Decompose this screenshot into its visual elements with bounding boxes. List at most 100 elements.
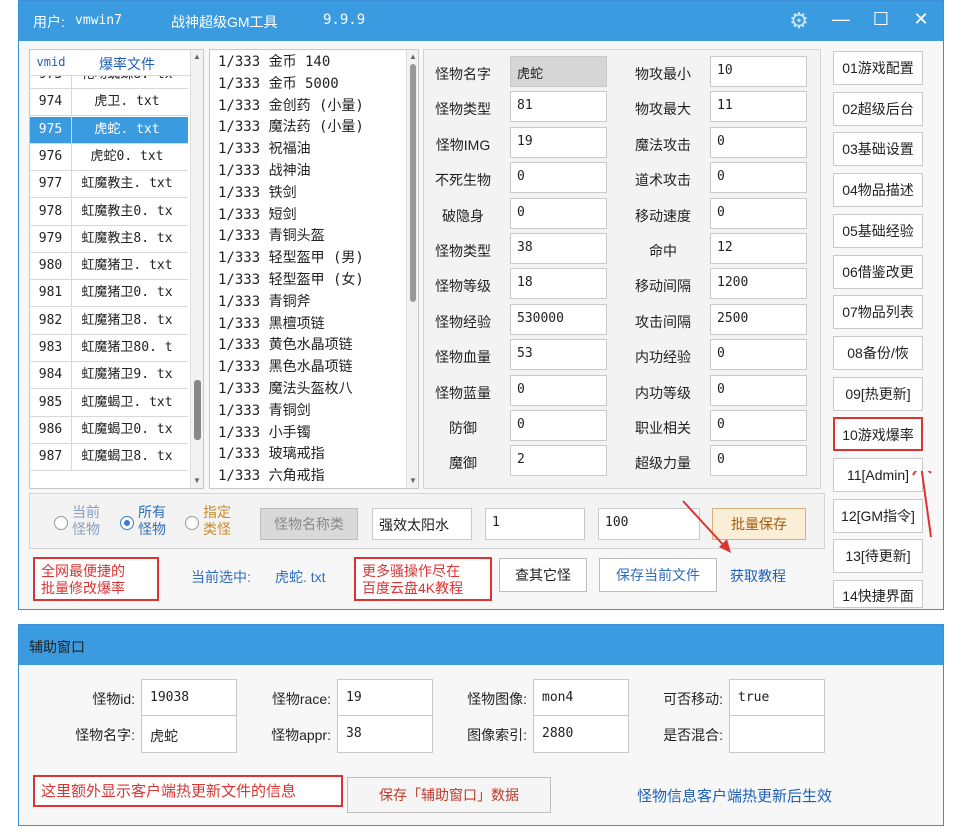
column-header-vmid[interactable]: vmid [30,55,72,69]
nav-button[interactable]: 02超级后台 [833,91,923,126]
nav-button[interactable]: 09[热更新] [833,376,923,411]
drop-item[interactable]: 1/333 青铜头盔 [218,226,325,248]
scroll-up-icon[interactable]: ▲ [409,52,417,61]
field-value[interactable]: 0 [510,162,607,194]
file-list-row[interactable]: 987 虹魔蝎卫8. tx [30,444,188,472]
field-value[interactable]: 0 [710,162,807,194]
file-list-scrollbar[interactable]: ▲ ▼ [190,50,203,488]
file-list-row[interactable]: 983 虹魔猪卫80. t [30,335,188,362]
nav-button[interactable]: 08备份/恢 [833,335,923,370]
field-value[interactable]: 530000 [510,303,607,335]
nav-button[interactable]: 12[GM指令] [833,498,923,533]
drop-item[interactable]: 1/333 祝福油 [218,139,311,161]
drop-item[interactable]: 1/333 金币 140 [218,52,330,74]
radio-specific-type[interactable] [185,516,199,530]
field-value[interactable]: 0 [510,410,607,441]
drop-item[interactable]: 1/333 青铜斧 [218,292,311,314]
field-value[interactable]: 11 [710,91,807,123]
drop-list-scrollbar[interactable]: ▲ ▼ [406,50,418,488]
file-list-row[interactable]: 979 虹魔教主8. tx [30,225,188,253]
radio-current-monster[interactable] [54,516,68,530]
file-list-row[interactable]: 986 虹魔蝎卫0. tx [30,416,188,444]
settings-gear-icon[interactable]: ⚙ [787,8,811,34]
drop-item[interactable]: 1/333 金创药 (小量) [218,96,364,118]
nav-button[interactable]: 10游戏爆率 [833,417,923,452]
minimize-icon[interactable]: — [829,9,853,30]
aux-field-value[interactable]: true [729,679,825,717]
drop-item[interactable]: 1/333 铁剑 [218,183,297,205]
radio-all-monsters[interactable] [120,516,134,530]
scroll-thumb[interactable] [194,380,201,440]
file-list-row[interactable]: 985 虹魔蝎卫. txt [30,389,188,417]
field-value[interactable]: 10 [710,56,807,87]
drop-item[interactable]: 1/333 轻型盔甲 (男) [218,248,364,270]
batch-save-button[interactable]: 批量保存 [712,508,806,540]
file-list-row[interactable]: 975 虎蛇. txt [30,116,188,144]
field-value[interactable]: 0 [710,197,807,229]
nav-button[interactable]: 11[Admin] [833,458,923,492]
field-value[interactable]: 18 [510,268,607,300]
nav-button[interactable]: 03基础设置 [833,132,923,167]
file-list-row[interactable]: 976 虎蛇0. txt [30,143,188,171]
drop-item[interactable]: 1/333 轻型盔甲 (女) [218,270,364,292]
rate-denominator-input[interactable]: 100 [598,508,700,540]
field-value[interactable]: 0 [710,126,807,158]
drop-item[interactable]: 1/333 短剑 [218,205,297,227]
field-value[interactable]: 0 [710,339,807,371]
field-value[interactable]: 12 [710,233,807,264]
drop-item[interactable]: 1/333 青铜剑 [218,401,311,423]
column-header-file[interactable]: 爆率文件 [72,54,182,74]
scroll-down-icon[interactable]: ▼ [409,476,417,485]
scroll-thumb[interactable] [410,64,416,302]
nav-button[interactable]: 13[待更新] [833,539,923,574]
field-value[interactable]: 0 [510,374,607,406]
field-value[interactable]: 0 [710,445,807,477]
nav-button[interactable]: 14快捷界面 [833,580,923,609]
field-value[interactable]: 1200 [710,268,807,300]
file-list-row[interactable]: 981 虹魔猪卫0. tx [30,280,188,308]
save-current-file-button[interactable]: 保存当前文件 [599,558,717,592]
drop-item[interactable]: 1/333 玻璃戒指 [218,444,325,466]
maximize-icon[interactable]: ☐ [869,9,893,30]
field-value[interactable]: 2 [510,445,607,477]
nav-button[interactable]: 06借鉴改更 [833,254,923,289]
item-name-input[interactable]: 强效太阳水 [372,508,472,540]
drop-item[interactable]: 1/333 金币 5000 [218,74,339,96]
file-list-row[interactable]: 977 虹魔教主. txt [30,171,188,199]
field-value[interactable]: 2500 [710,303,807,335]
drop-item[interactable]: 1/333 黄色水晶项链 [218,335,353,357]
field-value[interactable]: 0 [710,410,807,441]
field-value[interactable]: 19 [510,126,607,158]
drop-item[interactable]: 1/333 魔法药 (小量) [218,117,364,139]
field-value[interactable]: 0 [710,374,807,406]
scroll-up-icon[interactable]: ▲ [193,52,201,61]
scroll-down-icon[interactable]: ▼ [193,476,201,485]
aux-field-value[interactable] [729,715,825,753]
drop-item[interactable]: 1/333 黑檀项链 [218,314,325,336]
save-aux-data-button[interactable]: 保存「辅助窗口」数据 [347,777,551,813]
field-value[interactable]: 0 [510,197,607,229]
view-other-monsters-button[interactable]: 查其它怪 [499,558,587,592]
field-value[interactable]: 38 [510,233,607,264]
nav-button[interactable]: 01游戏配置 [833,51,923,85]
field-value[interactable]: 81 [510,91,607,123]
monster-name-type-button[interactable]: 怪物名称类 [260,508,358,540]
drop-item[interactable]: 1/333 六角戒指 [218,466,325,488]
close-icon[interactable]: ✕ [909,9,933,30]
file-list-row[interactable]: 980 虹魔猪卫. txt [30,253,188,281]
nav-button[interactable]: 05基础经验 [833,213,923,248]
file-list-row[interactable]: 974 虎卫. txt [30,89,188,117]
get-tutorial-link[interactable]: 获取教程 [730,566,786,586]
drop-item[interactable]: 1/333 小手镯 [218,423,311,445]
rate-numerator-input[interactable]: 1 [485,508,585,540]
field-value[interactable]: 53 [510,339,607,371]
file-list-row[interactable]: 984 虹魔猪卫9. tx [30,362,188,390]
file-list-row[interactable]: 978 虹魔教主0. tx [30,198,188,226]
drop-item[interactable]: 1/333 黑色水晶项链 [218,357,353,379]
drop-item[interactable]: 1/333 魔法头盔枚八 [218,379,353,401]
nav-button[interactable]: 07物品列表 [833,295,923,330]
drop-item[interactable]: 1/333 战神油 [218,161,311,183]
file-list-row[interactable]: 973花吻蜘蛛8. tx [30,76,188,89]
nav-button[interactable]: 04物品描述 [833,173,923,208]
field-value[interactable]: 虎蛇 [510,56,607,87]
